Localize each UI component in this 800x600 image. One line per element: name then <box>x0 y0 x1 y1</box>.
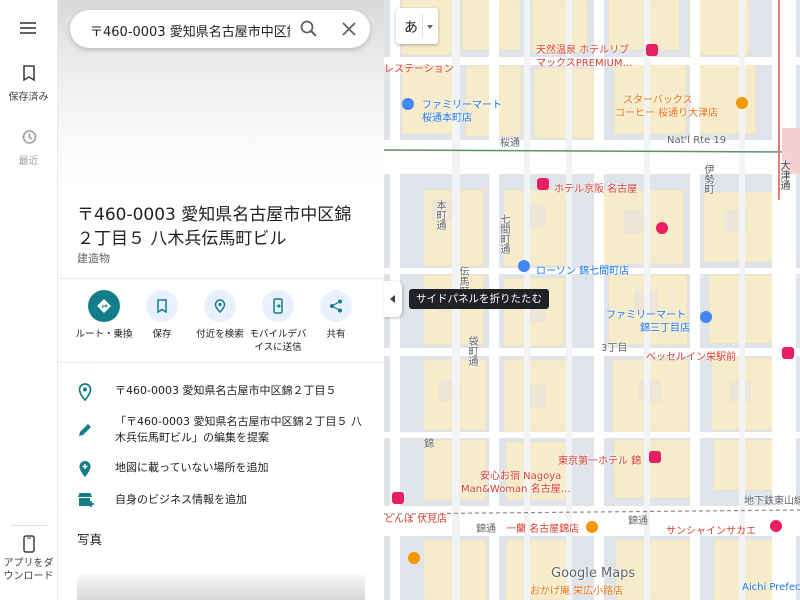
divider <box>422 14 423 38</box>
cafe-pin-icon[interactable] <box>736 97 748 109</box>
search-nearby-label: 付近を検索 <box>196 329 244 340</box>
place-title-line-1: 〒460-0003 愛知県名古屋市中区錦 <box>77 205 352 225</box>
shop-pin-icon[interactable] <box>700 311 712 323</box>
map-label[interactable]: Man&Woman 名古屋… <box>461 480 571 495</box>
google-maps-attribution: Google Maps <box>551 566 636 581</box>
location-pin-icon <box>78 383 92 401</box>
map-label[interactable]: ホテル京阪 名古屋 <box>554 180 637 195</box>
road-label: 袋町通 <box>466 336 477 366</box>
search-box[interactable]: 〒460-0003 愛知県名古屋市中区錦 <box>70 10 370 48</box>
input-tools-button[interactable]: あ <box>396 8 438 44</box>
history-icon <box>21 130 36 144</box>
add-business-icon <box>78 493 94 507</box>
send-to-phone-label: モバイルデバイスに送信 <box>249 329 307 353</box>
directions-label: ルート・乗換 <box>75 329 133 340</box>
hotel-pin-icon[interactable] <box>646 44 658 56</box>
share-icon <box>330 299 342 313</box>
search-icon[interactable] <box>299 19 319 39</box>
nearby-icon <box>214 299 226 314</box>
map-label[interactable]: とんぼ 伏見店 <box>384 510 447 525</box>
road-label: 錦通 <box>628 516 648 527</box>
place-category: 建造物 <box>77 252 110 265</box>
map-label[interactable]: サンシャインサカエ <box>666 522 756 537</box>
language-label: あ <box>404 20 418 36</box>
collapse-tooltip: サイドパネルを折りたたむ <box>409 289 549 309</box>
phone-icon <box>22 535 35 553</box>
photo-thumbnail[interactable] <box>77 575 365 600</box>
road-label: 錦通 <box>476 524 496 535</box>
send-to-phone-button[interactable]: モバイルデバイスに送信 <box>247 290 309 354</box>
map-label[interactable]: ベッセルイン栄駅前 <box>646 348 736 363</box>
share-label: 共有 <box>326 329 346 340</box>
map-label[interactable]: おかげ庵 栄広小路店 <box>530 582 623 597</box>
side-panel: 〒460-0003 愛知県名古屋市中区錦 〒460-0003 愛知県名古屋市中区… <box>57 0 384 600</box>
hotel-pin-icon[interactable] <box>782 347 794 359</box>
divider <box>57 278 384 279</box>
add-place-text: 地図に載っていない場所を追加 <box>115 461 269 474</box>
map-label[interactable]: コーヒー 桜通り大津店 <box>615 104 718 119</box>
map-label[interactable]: 錦三丁目店 <box>640 319 690 334</box>
road-label: Nat'l Rte 19 <box>667 135 727 146</box>
address-text: 〒460-0003 愛知県名古屋市中区錦２丁目５ <box>115 384 337 397</box>
shop-pin-icon[interactable] <box>402 98 414 110</box>
road-label: 地下鉄東山線 <box>744 496 800 507</box>
saved-nav-label: 保存済み <box>8 92 49 103</box>
road-label: 七間町通 <box>498 214 509 254</box>
save-button[interactable]: 保存 <box>131 290 193 341</box>
restaurant-pin-icon[interactable] <box>586 521 598 533</box>
map-label[interactable]: 東京第一ホテル 錦 <box>558 452 641 467</box>
road-label: 3丁目 <box>601 343 628 354</box>
collapse-panel-button[interactable] <box>384 281 402 317</box>
bookmark-icon <box>157 299 167 314</box>
divider <box>57 362 384 363</box>
rail-divider <box>10 525 47 526</box>
road-label: 桜通 <box>500 138 520 149</box>
road-label: 大津通 <box>778 160 789 190</box>
hotel-pin-icon[interactable] <box>537 178 549 190</box>
map-label[interactable]: 桜通本町店 <box>422 109 472 124</box>
share-button[interactable]: 共有 <box>305 290 367 341</box>
shop-pin-icon[interactable] <box>770 520 782 532</box>
action-bar: ルート・乗換 保存 付近を検索 モバイルデバイスに送信 共有 <box>71 290 371 360</box>
recent-nav-label: 最近 <box>18 156 39 167</box>
shop-pin-icon[interactable] <box>518 260 530 272</box>
download-app-item[interactable]: アプリをダ ウンロード <box>0 535 57 583</box>
left-rail: 保存済み 最近 アプリをダ ウンロード <box>0 0 58 600</box>
directions-icon <box>97 299 111 313</box>
download-app-label-2: ウンロード <box>3 571 54 582</box>
restaurant-pin-icon[interactable] <box>408 552 420 564</box>
saved-nav-item[interactable]: 保存済み <box>0 64 57 103</box>
map-label[interactable]: レステーション <box>384 60 454 75</box>
menu-icon[interactable] <box>18 18 38 38</box>
map-label[interactable]: マックスPREMIUM… <box>536 54 633 69</box>
search-nearby-button[interactable]: 付近を検索 <box>189 290 251 341</box>
map-label[interactable]: 一蘭 名古屋錦店 <box>506 520 579 535</box>
bookmark-icon <box>22 65 35 82</box>
road-label: 本町通 <box>434 200 445 230</box>
place-title-line-2: ２丁目５ 八木兵伝馬町ビル <box>77 229 287 249</box>
hotel-pin-icon[interactable] <box>649 451 661 463</box>
directions-button[interactable]: ルート・乗換 <box>73 290 135 341</box>
add-location-icon <box>79 461 91 477</box>
chevron-down-icon[interactable] <box>427 25 433 29</box>
search-input[interactable]: 〒460-0003 愛知県名古屋市中区錦 <box>90 21 290 40</box>
hotel-pin-icon[interactable] <box>392 492 404 504</box>
map-label[interactable]: Aichi Prefectur <box>742 582 800 593</box>
save-label: 保存 <box>152 329 172 340</box>
road-label: 錦 <box>424 439 434 450</box>
recent-nav-item[interactable]: 最近 <box>0 128 57 167</box>
place-title: 〒460-0003 愛知県名古屋市中区錦 ２丁目５ 八木兵伝馬町ビル <box>77 203 367 251</box>
close-icon[interactable] <box>339 19 359 39</box>
hotel-pin-icon[interactable] <box>656 222 668 234</box>
download-app-label-1: アプリをダ <box>3 558 54 569</box>
road-label: 伊勢町 <box>702 164 713 194</box>
photos-heading: 写真 <box>77 532 103 547</box>
pencil-icon <box>79 424 91 436</box>
suggest-edit-text: 「〒460-0003 愛知県名古屋市中区錦２丁目５ 八木兵伝馬町ビル」の編集を提… <box>115 415 362 444</box>
map-label[interactable]: ローソン 錦七間町店 <box>536 262 629 277</box>
add-business-text: 自身のビジネス情報を追加 <box>115 493 247 506</box>
send-to-phone-icon <box>273 298 283 314</box>
chevron-left-icon <box>390 295 395 303</box>
